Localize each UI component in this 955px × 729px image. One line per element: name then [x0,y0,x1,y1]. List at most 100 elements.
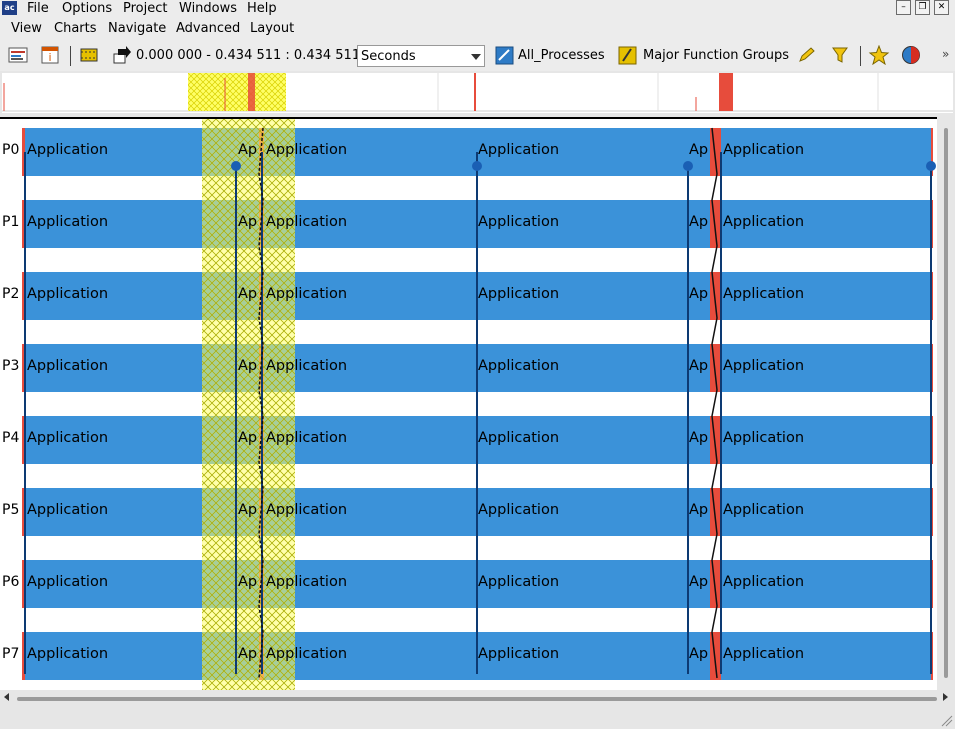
process-group-label[interactable]: All_Processes [518,48,605,63]
close-icon[interactable]: ✕ [934,0,949,15]
function-label: Application [478,358,560,374]
menu-project[interactable]: Project [121,1,169,16]
function-label: Application [27,430,109,446]
function-group-label[interactable]: Major Function Groups [643,48,789,63]
film-icon[interactable] [80,48,98,62]
function-label: Application [478,502,560,518]
minimize-icon[interactable]: – [896,0,911,15]
mpi-region[interactable] [710,344,721,392]
process-label-p0[interactable]: P0 [2,142,19,158]
function-label: Ap [238,286,258,302]
message-endpoint[interactable] [926,161,936,171]
function-label: Application [723,646,805,662]
function-label: Application [478,430,560,446]
menu-charts[interactable]: Charts [52,21,99,36]
function-label: Application [266,214,348,230]
mpi-region[interactable] [710,128,721,176]
function-group-icon[interactable] [618,46,637,65]
menu-options[interactable]: Options [60,1,114,16]
mpi-region[interactable] [710,272,721,320]
message-endpoint[interactable] [683,161,693,171]
menu-advanced[interactable]: Advanced [174,21,242,36]
menu-layout[interactable]: Layout [248,21,296,36]
function-label: Application [266,142,348,158]
menu-file[interactable]: File [25,1,51,16]
timeline-overview[interactable] [2,73,953,113]
process-label-p5[interactable]: P5 [2,502,19,518]
toolbar-overflow-icon[interactable]: » [942,47,949,61]
timeline-panel[interactable]: P0 Application Ap Application Application Ap A… [0,117,937,690]
function-label: Application [27,358,109,374]
function-label: Application [27,142,109,158]
timeline-chart-icon[interactable] [8,46,28,64]
function-label: Application [723,430,805,446]
scroll-left-icon[interactable] [4,693,9,701]
process-label-p7[interactable]: P7 [2,646,19,662]
restore-icon[interactable]: ❐ [915,0,930,15]
mpi-region[interactable] [710,416,721,464]
function-label: Application [478,574,560,590]
menu-windows[interactable]: Windows [177,1,239,16]
mpi-region[interactable] [710,488,721,536]
compare-icon[interactable] [901,45,921,65]
function-label: Ap [238,502,258,518]
goto-time-icon[interactable] [112,46,132,64]
info-icon[interactable]: i [40,45,60,65]
process-label-p3[interactable]: P3 [2,358,19,374]
function-label: Application [27,502,109,518]
function-label: Application [27,286,109,302]
function-label: Application [478,646,560,662]
vertical-scroll-thumb[interactable] [944,128,948,678]
menu-navigate[interactable]: Navigate [106,21,168,36]
filter-icon[interactable] [831,46,849,64]
scroll-right-icon[interactable] [943,693,948,701]
function-label: Ap [238,358,258,374]
function-label: Application [723,286,805,302]
function-label: Ap [689,502,709,518]
function-label: Application [266,358,348,374]
function-label: Application [723,502,805,518]
function-label: Application [723,574,805,590]
process-label-p1[interactable]: P1 [2,214,19,230]
function-label: Ap [689,358,709,374]
menu-help[interactable]: Help [245,1,279,16]
time-range-readout: 0.000 000 - 0.434 511 : 0.434 511 [136,48,361,63]
function-label: Application [478,142,560,158]
resize-grip-icon[interactable] [940,714,953,727]
horizontal-scroll-thumb[interactable] [17,697,937,701]
mpi-region[interactable] [710,632,721,680]
function-label: Application [478,214,560,230]
status-bar [0,706,955,729]
process-label-p6[interactable]: P6 [2,574,19,590]
menu-bar-secondary: View Charts Navigate Advanced Layout [0,18,955,40]
message-endpoint[interactable] [231,161,241,171]
function-label: Ap [689,286,709,302]
app-icon: ac [2,1,17,15]
function-label: Ap [238,214,258,230]
function-label: Ap [689,646,709,662]
mpi-region[interactable] [710,560,721,608]
function-label: Ap [238,430,258,446]
time-unit-select[interactable]: Seconds [357,45,485,67]
function-label: Application [266,574,348,590]
menu-bar-primary: ac File Options Project Windows Help – ❐… [0,0,955,18]
mpi-region[interactable] [710,200,721,248]
function-label: Application [266,286,348,302]
function-label: Application [723,142,805,158]
function-label: Ap [689,142,709,158]
menu-view[interactable]: View [9,21,44,36]
function-label: Ap [689,430,709,446]
star-icon[interactable] [868,45,890,65]
function-label: Ap [238,142,258,158]
process-label-p4[interactable]: P4 [2,430,19,446]
function-label: Application [266,646,348,662]
process-group-icon[interactable] [495,46,514,65]
process-label-p2[interactable]: P2 [2,286,19,302]
function-label: Application [266,502,348,518]
timeline-canvas[interactable] [0,119,937,690]
function-label: Ap [238,574,258,590]
message-endpoint[interactable] [472,161,482,171]
function-label: Ap [238,646,258,662]
pencil-icon[interactable] [797,46,817,64]
function-label: Ap [689,214,709,230]
